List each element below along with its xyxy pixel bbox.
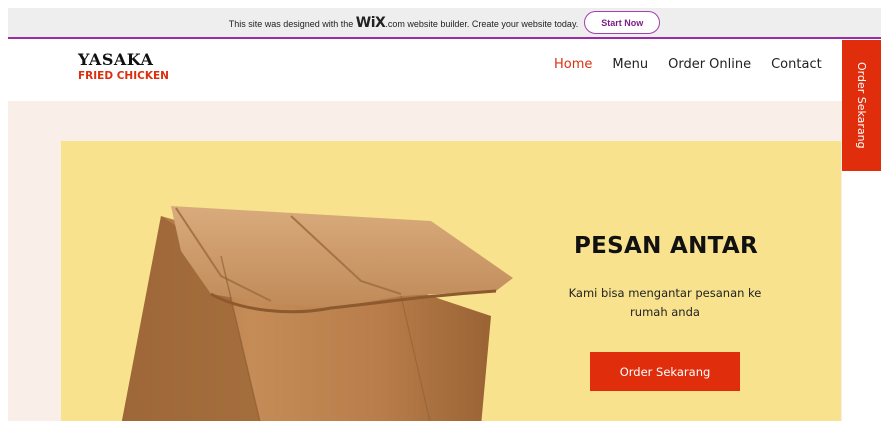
logo-subtitle: FRIED CHICKEN (78, 70, 169, 82)
start-now-button[interactable]: Start Now (584, 11, 661, 34)
paper-bag-image (121, 206, 513, 421)
nav-menu[interactable]: Menu (612, 57, 648, 72)
logo-title: YASAKA (78, 50, 154, 69)
order-sekarang-button[interactable]: Order Sekarang (590, 352, 740, 391)
nav-order-online[interactable]: Order Online (668, 57, 751, 72)
right-margin (842, 171, 881, 421)
hero-description: Kami bisa mengantar pesanan ke rumah and… (568, 286, 762, 319)
nav-contact[interactable]: Contact (771, 57, 822, 72)
wix-logo: WiX (355, 14, 386, 31)
side-tab-label: Order Sekarang (855, 62, 868, 149)
hero-title: PESAN ANTAR (574, 233, 758, 259)
nav-home[interactable]: Home (554, 57, 592, 72)
wix-banner: This site was designed with the WiX.com … (8, 8, 881, 39)
site-header: YASAKA FRIED CHICKEN Home Menu Order Onl… (8, 41, 842, 101)
hero-section: PESAN ANTAR Kami bisa mengantar pesanan … (61, 141, 841, 421)
main-nav: Home Menu Order Online Contact (554, 57, 842, 72)
order-sekarang-side-tab[interactable]: Order Sekarang (842, 40, 881, 171)
site-logo[interactable]: YASAKA FRIED CHICKEN (78, 50, 169, 82)
wix-banner-text: This site was designed with the WiX.com … (228, 14, 579, 31)
